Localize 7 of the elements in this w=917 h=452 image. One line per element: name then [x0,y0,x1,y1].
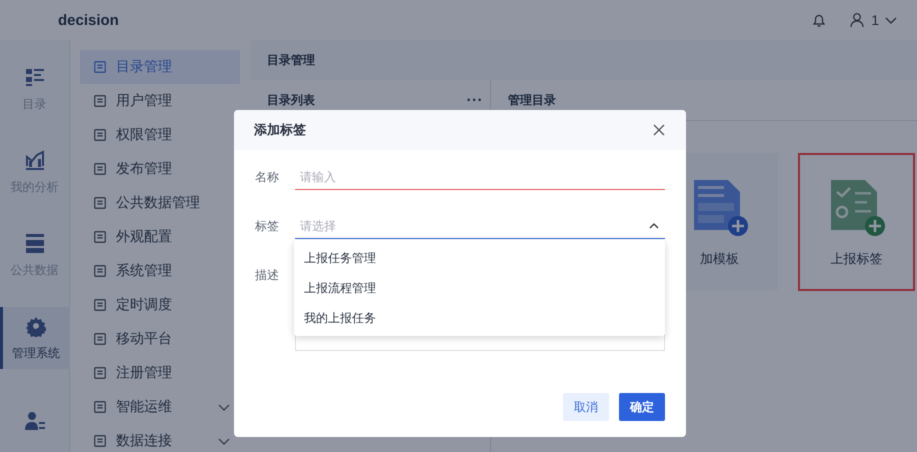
field-label: 标签 [255,218,280,235]
field-label: 描述 [255,267,280,284]
app-title: decision [58,12,120,28]
field-label: 名称 [255,169,280,186]
dialog-title: 添加标签 [254,122,307,139]
panel-title: 管理目录 [508,92,557,108]
panel-title: 目录列表 [267,92,316,108]
